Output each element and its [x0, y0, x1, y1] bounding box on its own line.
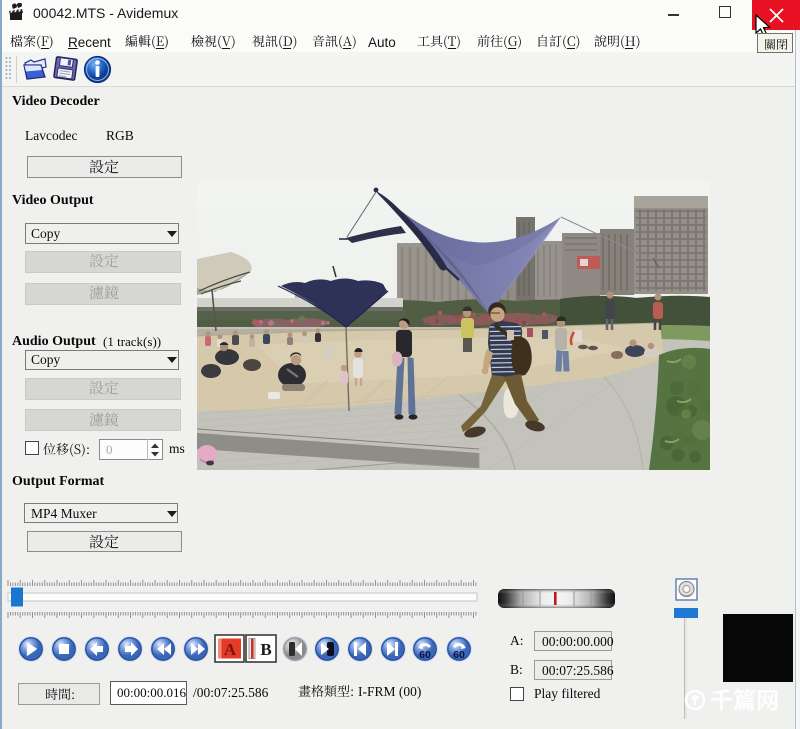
svg-text:60: 60 — [453, 649, 465, 661]
svg-text:B: B — [260, 640, 271, 659]
svg-text:A: A — [224, 640, 237, 659]
svg-text:60: 60 — [419, 649, 431, 661]
